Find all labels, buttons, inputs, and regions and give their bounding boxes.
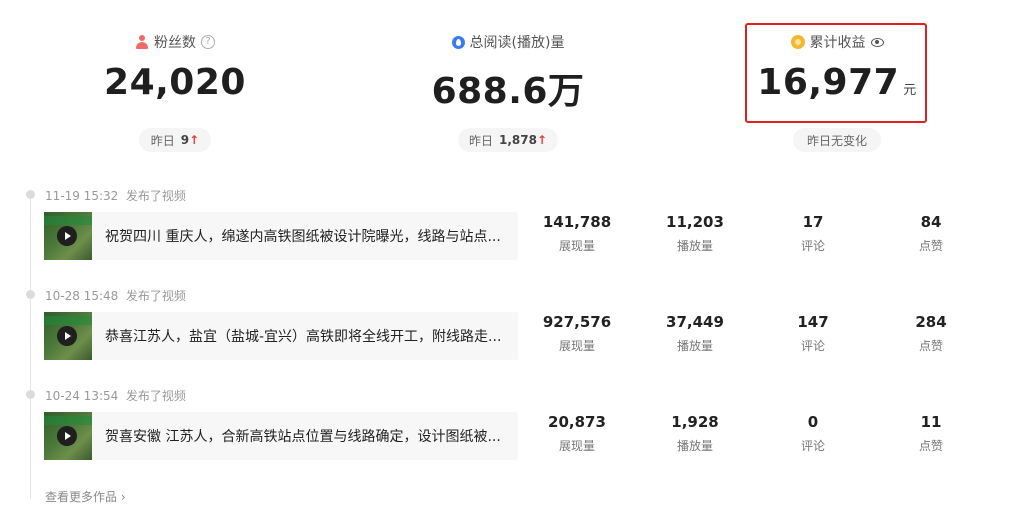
timeline-dot	[26, 290, 35, 299]
play-icon[interactable]	[57, 426, 77, 446]
video-thumbnail[interactable]	[44, 312, 92, 360]
arrow-up-icon: ↑	[536, 133, 548, 147]
video-thumbnail[interactable]	[44, 212, 92, 260]
metric-likes: 284 点赞	[915, 313, 947, 353]
post-title[interactable]: 祝贺四川 重庆人，绵遂内高铁图纸被设计院曝光，线路与站点...	[105, 226, 505, 246]
metric-likes: 11 点赞	[918, 413, 943, 453]
metric-comments: 17 评论	[800, 213, 825, 253]
video-thumbnail[interactable]	[44, 412, 92, 460]
play-icon[interactable]	[57, 326, 77, 346]
stat-reads-yesterday-value: 1,878	[498, 133, 537, 147]
metric-impressions: 20,873 展现量	[548, 413, 606, 453]
post-card[interactable]: 贺喜安徽 江苏人，合新高铁站点位置与线路确定，设计图纸被...	[44, 412, 518, 460]
post-title[interactable]: 恭喜江苏人，盐宜（盐城-宜兴）高铁即将全线开工，附线路走...	[105, 326, 505, 346]
stat-fans-label-row: 粉丝数 ?	[75, 32, 275, 52]
more-works-link[interactable]: 查看更多作品 ›	[45, 488, 126, 505]
stat-reads-label: 总阅读(播放)量	[469, 35, 565, 51]
drop-icon	[451, 35, 465, 49]
metric-plays: 37,449 播放量	[666, 313, 724, 353]
help-icon[interactable]: ?	[201, 35, 215, 49]
post-time: 11-19 15:32	[45, 189, 119, 203]
post-header: 10-24 13:54 发布了视频	[45, 387, 186, 404]
metric-plays: 11,203 播放量	[666, 213, 724, 253]
stat-income-yesterday: 昨日无变化	[793, 128, 881, 152]
post-time: 10-24 13:54	[45, 389, 119, 403]
post-action: 发布了视频	[125, 389, 186, 403]
timeline-dot	[26, 190, 35, 199]
post-card[interactable]: 恭喜江苏人，盐宜（盐城-宜兴）高铁即将全线开工，附线路走...	[44, 312, 518, 360]
post-title[interactable]: 贺喜安徽 江苏人，合新高铁站点位置与线路确定，设计图纸被...	[105, 426, 505, 446]
play-icon[interactable]	[57, 226, 77, 246]
chevron-right-icon: ›	[117, 490, 126, 504]
post-card[interactable]: 祝贺四川 重庆人，绵遂内高铁图纸被设计院曝光，线路与站点...	[44, 212, 518, 260]
stat-fans-label: 粉丝数	[154, 35, 196, 51]
post-action: 发布了视频	[125, 289, 186, 303]
post-header: 10-28 15:48 发布了视频	[45, 287, 186, 304]
metric-impressions: 141,788 展现量	[542, 213, 612, 253]
post-header: 11-19 15:32 发布了视频	[45, 187, 186, 204]
metric-comments: 0 评论	[800, 413, 825, 453]
stat-fans-value: 24,020	[104, 62, 246, 103]
timeline-dot	[26, 390, 35, 399]
post-time: 10-28 15:48	[45, 289, 119, 303]
metric-plays: 1,928 播放量	[671, 413, 719, 453]
highlight-box	[745, 23, 927, 123]
metric-comments: 147 评论	[797, 313, 829, 353]
stat-reads-yesterday: 昨日 1,878↑	[458, 128, 558, 152]
arrow-up-icon: ↑	[189, 133, 200, 147]
post-action: 发布了视频	[125, 189, 186, 203]
stat-fans-yesterday: 昨日 9↑	[139, 128, 211, 152]
timeline-line	[30, 194, 31, 499]
stat-reads-value: 688.6万	[431, 71, 585, 112]
person-icon	[135, 35, 149, 49]
metric-likes: 84 点赞	[918, 213, 943, 253]
stat-reads-label-row: 总阅读(播放)量	[408, 32, 608, 52]
metric-impressions: 927,576 展现量	[542, 313, 612, 353]
stat-fans-yesterday-value: 9	[180, 133, 190, 147]
